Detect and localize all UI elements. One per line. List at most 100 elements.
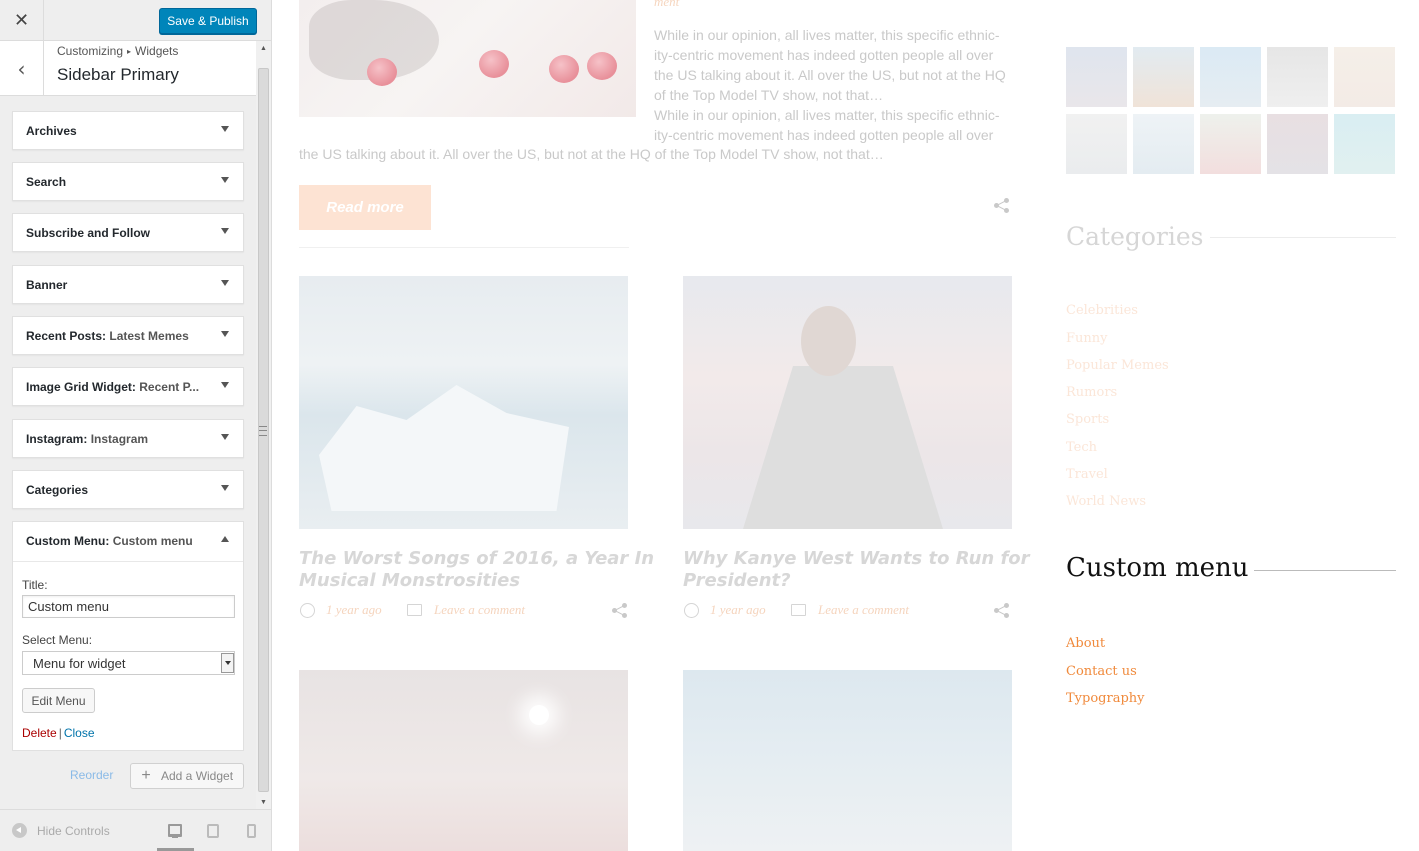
- widget-custom-menu-header[interactable]: Custom Menu: Custom menu: [13, 522, 243, 562]
- share-icon[interactable]: [612, 603, 628, 619]
- grid-thumbnail[interactable]: [1334, 47, 1395, 107]
- expand-arrow-icon[interactable]: [221, 331, 229, 337]
- add-widget-button[interactable]: + Add a Widget: [130, 763, 244, 789]
- grid-thumbnail[interactable]: [1334, 114, 1395, 174]
- section-header: ‹ Customizing ▸ Widgets Sidebar Primary: [0, 41, 256, 96]
- post-image-icebergs[interactable]: [299, 276, 628, 529]
- grid-thumbnail[interactable]: [1200, 47, 1261, 107]
- leave-comment-link[interactable]: Leave a comment: [818, 602, 909, 618]
- expand-arrow-icon[interactable]: [221, 177, 229, 183]
- excerpt-line: While in our opinion, all lives matter, …: [654, 107, 1000, 123]
- category-link[interactable]: World News: [1066, 494, 1146, 509]
- post-image-cinema[interactable]: [299, 670, 628, 851]
- title-input[interactable]: [22, 595, 235, 618]
- widget-categories[interactable]: Categories: [12, 470, 244, 509]
- customizer-panel: ✕ Save & Publish ‹ Customizing ▸ Widgets S…: [0, 0, 272, 851]
- excerpt-line: the US talking about it. All over the US…: [654, 67, 1006, 83]
- desktop-preview-icon[interactable]: [168, 824, 182, 838]
- category-link[interactable]: Celebrities: [1066, 303, 1138, 318]
- widget-image-grid[interactable]: Image Grid Widget: Recent P...: [12, 367, 244, 406]
- grid-thumbnail[interactable]: [1200, 114, 1261, 174]
- widget-title: Instagram: Instagram: [26, 432, 149, 446]
- post-image-skater[interactable]: [683, 670, 1012, 851]
- expand-arrow-icon[interactable]: [221, 434, 229, 440]
- breadcrumb-item: Customizing: [57, 44, 124, 58]
- grid-thumbnail[interactable]: [1267, 114, 1328, 174]
- close-link[interactable]: Close: [64, 726, 95, 740]
- share-icon[interactable]: [994, 198, 1010, 214]
- category-link[interactable]: Popular Memes: [1066, 358, 1169, 373]
- widget-subtitle: Recent P...: [139, 380, 200, 394]
- select-menu-label: Select Menu:: [22, 633, 93, 647]
- widget-banner[interactable]: Banner: [12, 265, 244, 304]
- expand-arrow-icon[interactable]: [221, 280, 229, 286]
- hide-controls-button[interactable]: Hide Controls: [12, 823, 110, 838]
- post-title-line: Musical Monstrosities: [299, 570, 521, 591]
- excerpt-line: of the Top Model TV show, not that…: [654, 87, 884, 103]
- grid-thumbnail[interactable]: [1133, 47, 1194, 107]
- category-link[interactable]: Travel: [1066, 467, 1108, 482]
- widget-name: Archives: [26, 124, 77, 138]
- read-more-button[interactable]: Read more: [299, 185, 431, 230]
- comment-icon: [791, 604, 806, 616]
- widget-name: Subscribe and Follow: [26, 226, 151, 240]
- expand-arrow-icon[interactable]: [221, 382, 229, 388]
- grid-thumbnail[interactable]: [1133, 114, 1194, 174]
- grid-thumbnail[interactable]: [1267, 47, 1328, 107]
- widget-search[interactable]: Search: [12, 162, 244, 201]
- widget-title: Search: [26, 175, 66, 189]
- excerpt-line: the US talking about it. All over the US…: [299, 146, 884, 162]
- menu-link-about[interactable]: About: [1066, 636, 1105, 651]
- post-image-woman-cherries[interactable]: [299, 0, 636, 117]
- collapse-arrow-icon[interactable]: [221, 536, 229, 542]
- post-date[interactable]: 1 year ago: [326, 602, 382, 618]
- dropdown-arrow-icon[interactable]: [221, 653, 234, 673]
- reorder-link[interactable]: Reorder: [70, 768, 113, 782]
- excerpt-line: ity-centric movement has indeed gotten p…: [654, 127, 994, 143]
- category-link[interactable]: Funny: [1066, 331, 1107, 346]
- widget-archives[interactable]: Archives: [12, 111, 244, 150]
- tablet-preview-icon[interactable]: [207, 824, 219, 838]
- categories-heading: Categories: [1066, 222, 1204, 251]
- leave-comment-link[interactable]: Leave a comment: [434, 602, 525, 618]
- menu-link-typography[interactable]: Typography: [1066, 691, 1145, 706]
- expand-arrow-icon[interactable]: [221, 485, 229, 491]
- save-publish-button[interactable]: Save & Publish: [159, 8, 257, 34]
- delete-link[interactable]: Delete: [22, 726, 57, 740]
- image-detail: [743, 366, 943, 529]
- widget-instagram[interactable]: Instagram: Instagram: [12, 419, 244, 458]
- grid-thumbnail[interactable]: [1066, 47, 1127, 107]
- post-title[interactable]: Why Kanye West Wants to Run for Presiden…: [683, 548, 1030, 592]
- widget-custom-menu: Custom Menu: Custom menu Title: Select M…: [12, 521, 244, 751]
- select-menu-value: Menu for widget: [33, 656, 126, 671]
- excerpt-line: ity-centric movement has indeed gotten p…: [654, 47, 994, 63]
- post-image-man-suit[interactable]: [683, 276, 1012, 529]
- scroll-down-arrow-icon[interactable]: ▼: [258, 797, 269, 808]
- category-link[interactable]: Tech: [1066, 440, 1097, 455]
- mobile-preview-icon[interactable]: [247, 824, 256, 838]
- post-title[interactable]: The Worst Songs of 2016, a Year In Music…: [299, 548, 654, 592]
- category-link[interactable]: Sports: [1066, 412, 1109, 427]
- grid-thumbnail[interactable]: [1066, 114, 1127, 174]
- edit-menu-button[interactable]: Edit Menu: [22, 688, 95, 713]
- select-menu-dropdown[interactable]: Menu for widget: [22, 651, 235, 675]
- post-date[interactable]: 1 year ago: [710, 602, 766, 618]
- menu-link-contact[interactable]: Contact us: [1066, 664, 1137, 679]
- share-icon[interactable]: [994, 603, 1010, 619]
- expand-arrow-icon[interactable]: [221, 126, 229, 132]
- category-link[interactable]: Rumors: [1066, 385, 1117, 400]
- widget-title: Banner: [26, 278, 67, 292]
- widget-subscribe-and-follow[interactable]: Subscribe and Follow: [12, 213, 244, 252]
- expand-arrow-icon[interactable]: [221, 228, 229, 234]
- widget-subtitle: Custom menu: [112, 534, 193, 548]
- back-arrow-icon[interactable]: ‹: [0, 41, 44, 96]
- comment-icon: [407, 604, 422, 616]
- post-title-line: The Worst Songs of 2016, a Year In: [299, 548, 655, 569]
- post-title-snippet[interactable]: ment: [654, 0, 679, 10]
- breadcrumb: Customizing ▸ Widgets: [57, 44, 178, 58]
- cherry-shape: [367, 58, 397, 86]
- cherry-shape: [549, 55, 579, 83]
- close-icon[interactable]: ✕: [0, 0, 44, 41]
- widget-recent-posts[interactable]: Recent Posts: Latest Memes: [12, 316, 244, 355]
- scroll-up-arrow-icon[interactable]: ▲: [258, 43, 269, 54]
